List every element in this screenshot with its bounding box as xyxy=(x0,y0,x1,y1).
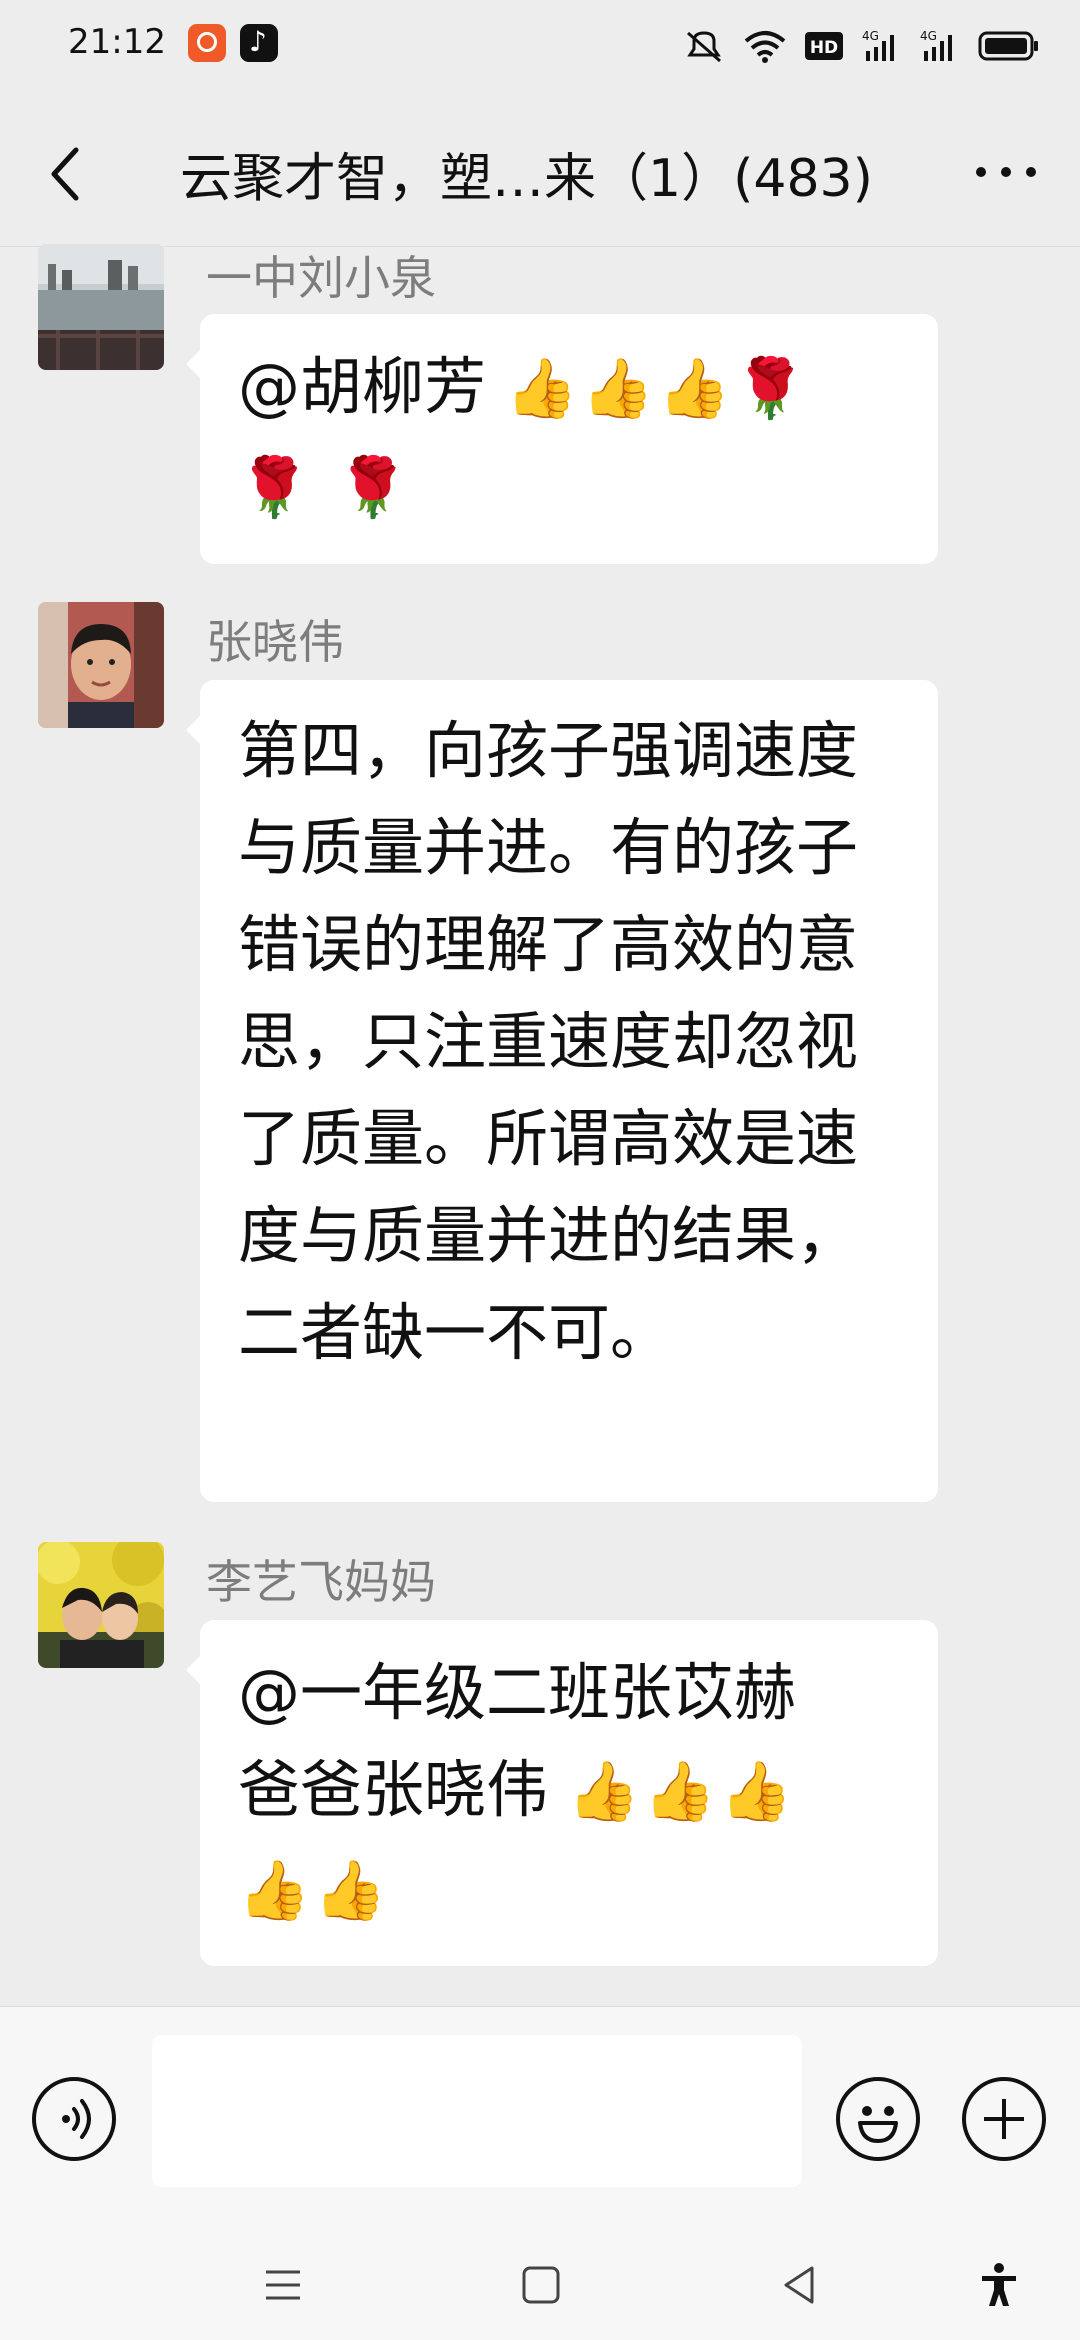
voice-icon[interactable] xyxy=(32,2077,116,2161)
status-bar: 21:12 HD 4G 4G xyxy=(0,0,1080,96)
chevron-left-icon[interactable] xyxy=(44,144,88,204)
avatar[interactable] xyxy=(38,244,164,370)
network-label: 4G xyxy=(862,29,879,43)
more-dot xyxy=(976,167,986,177)
accessibility-icon[interactable] xyxy=(974,2260,1024,2310)
emoji-thumbs: 👍👍👍 xyxy=(567,1757,797,1825)
emoji-thumbs: 👍👍 xyxy=(238,1856,391,1924)
more-dot xyxy=(1001,167,1011,177)
status-icons: HD 4G 4G xyxy=(682,26,1040,66)
signal-4g-icon: 4G xyxy=(920,29,952,61)
more-dot xyxy=(1026,167,1036,177)
wifi-icon xyxy=(744,31,786,63)
chat-header: 云聚才智，塑…来（1）(483) xyxy=(0,96,1080,247)
emoji-thumbs-roses: 👍👍👍🌹 xyxy=(505,354,811,422)
input-bar xyxy=(0,2006,1080,2235)
signal-4g-icon: 4G xyxy=(862,29,894,61)
emoji-smile-icon[interactable] xyxy=(836,2077,920,2161)
mute-icon xyxy=(687,31,721,63)
tiktok-icon xyxy=(240,24,278,62)
status-time: 21:12 xyxy=(68,22,166,62)
message-input[interactable] xyxy=(152,2035,802,2187)
sender-name: 李艺飞妈妈 xyxy=(206,1555,436,1609)
app-notification-icon xyxy=(188,24,226,62)
emoji-roses: 🌹 🌹 xyxy=(238,453,413,521)
message-text-line2: 爸爸张晓伟 xyxy=(238,1753,568,1826)
message-text: 第四，向孩子强调速度与质量并进。有的孩子错误的理解了高效的意思，只注重速度却忽视… xyxy=(238,714,859,1369)
back-triangle-icon[interactable] xyxy=(774,2260,824,2310)
sender-name: 一中刘小泉 xyxy=(206,251,436,305)
message-text: @胡柳芳 xyxy=(238,350,506,423)
network-label: 4G xyxy=(920,29,937,43)
battery-icon xyxy=(978,31,1038,61)
message-bubble[interactable]: 第四，向孩子强调速度与质量并进。有的孩子错误的理解了高效的意思，只注重速度却忽视… xyxy=(186,680,938,1502)
message-bubble[interactable]: @胡柳芳 👍👍👍🌹 🌹 🌹 xyxy=(186,314,938,564)
more-dots-icon[interactable] xyxy=(976,160,1036,184)
system-nav-bar xyxy=(0,2234,1080,2340)
avatar[interactable] xyxy=(38,602,164,728)
message-bubble[interactable]: @一年级二班张苡赫 爸爸张晓伟 👍👍👍 👍👍 xyxy=(186,1620,938,1966)
home-square-icon[interactable] xyxy=(516,2260,566,2310)
avatar[interactable] xyxy=(38,1542,164,1668)
hd-icon: HD xyxy=(805,32,843,60)
chat-title: 云聚才智，塑…来（1）(483) xyxy=(180,149,873,209)
sender-name: 张晓伟 xyxy=(206,615,344,669)
plus-icon[interactable] xyxy=(962,2077,1046,2161)
hd-label: HD xyxy=(810,38,838,58)
message-text-line1: @一年级二班张苡赫 xyxy=(238,1656,797,1729)
menu-icon[interactable] xyxy=(258,2260,308,2310)
